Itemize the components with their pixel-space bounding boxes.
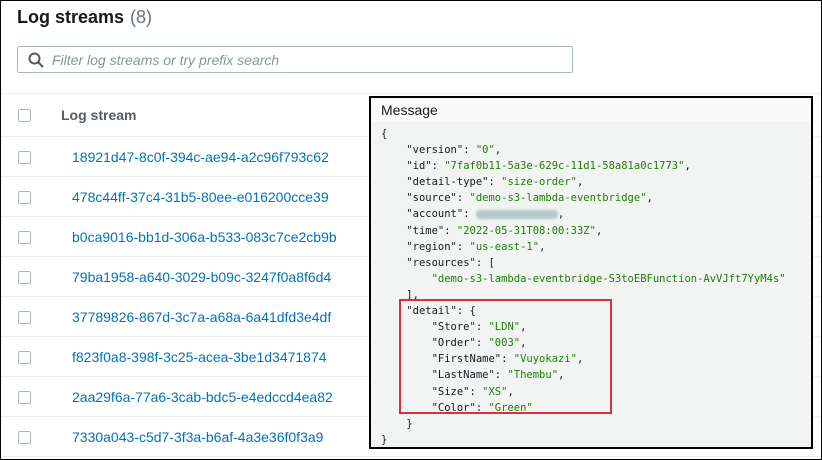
json-line: "region": "us-east-1",	[381, 239, 811, 255]
json-key: "LastName":	[431, 369, 508, 382]
json-line: }	[381, 432, 811, 447]
json-comma: ,	[576, 353, 584, 366]
row-checkbox[interactable]	[18, 351, 31, 364]
log-stream-link[interactable]: 478c44ff-37c4-31b5-80ee-e016200cce39	[72, 189, 329, 205]
json-comma: ,	[646, 192, 653, 205]
json-key: "detail": {	[406, 305, 476, 318]
json-key: "Color":	[431, 401, 489, 414]
json-comma: ,	[557, 208, 565, 221]
json-line: "id": "7faf0b11-5a3e-629c-11d1-58a81a0c1…	[381, 158, 811, 174]
log-stream-link[interactable]: 37789826-867d-3c7a-a68a-6a41dfd3e4df	[72, 309, 331, 325]
json-key: "Size":	[431, 385, 483, 398]
row-checkbox[interactable]	[18, 151, 31, 164]
json-line: }	[381, 416, 811, 432]
search-box[interactable]	[17, 46, 573, 73]
log-stream-link[interactable]: f823f0a8-398f-3c25-acea-3be1d3471874	[72, 349, 327, 365]
message-title: Message	[381, 102, 438, 118]
log-stream-link[interactable]: 7330a043-c5d7-3f3a-b6af-4a3e36f0f3a9	[72, 429, 323, 445]
json-line: "demo-s3-lambda-eventbridge-S3toEBFuncti…	[381, 271, 811, 287]
row-checkbox[interactable]	[18, 311, 31, 324]
json-key: "time":	[406, 224, 457, 237]
json-close-brace: }	[381, 433, 388, 446]
json-comma: ,	[684, 160, 691, 173]
json-comma: ,	[539, 240, 546, 253]
json-line: ],	[381, 287, 811, 303]
log-stream-link[interactable]: 18921d47-8c0f-394c-ae94-a2c96f793c62	[72, 149, 329, 165]
message-json: { "version": "0", "id": "7faf0b11-5a3e-6…	[371, 122, 811, 447]
log-stream-link[interactable]: 79ba1958-a640-3029-b09c-3247f0a8f6d4	[72, 269, 331, 285]
json-key: "Order":	[431, 337, 489, 350]
json-line: "resources": [	[381, 255, 811, 271]
json-key: "id":	[406, 160, 445, 173]
stream-count: (8)	[130, 7, 153, 27]
json-value: "Thembu"	[507, 369, 559, 382]
row-checkbox[interactable]	[18, 431, 31, 444]
json-value: "demo-s3-lambda-eventbridge"	[469, 192, 647, 205]
json-line: "Color": "Green"	[381, 400, 811, 416]
json-value: "us-east-1"	[469, 240, 540, 253]
json-line: "account": ,	[381, 206, 811, 222]
json-key: "Store":	[431, 321, 489, 334]
json-comma: ,	[558, 369, 565, 382]
json-close-bracket: ],	[406, 288, 419, 301]
panel-header: Log streams (8)	[17, 7, 152, 35]
json-value: "demo-s3-lambda-eventbridge-S3toEBFuncti…	[431, 272, 786, 285]
json-line: "Size": "XS",	[381, 384, 811, 400]
panel-title: Log streams	[17, 7, 125, 27]
select-all-checkbox[interactable]	[18, 108, 31, 122]
json-key: "source":	[406, 192, 470, 205]
search-input[interactable]	[52, 48, 572, 71]
row-checkbox[interactable]	[18, 391, 31, 404]
json-line: "LastName": "Thembu",	[381, 367, 811, 383]
json-line: "source": "demo-s3-lambda-eventbridge",	[381, 190, 811, 206]
row-checkbox[interactable]	[18, 191, 31, 204]
json-value: "size-order"	[501, 176, 577, 189]
json-key: "detail-type":	[406, 176, 502, 189]
json-key: "resources": [	[406, 256, 495, 269]
search-icon	[28, 52, 44, 68]
json-comma: ,	[507, 385, 514, 398]
json-key: "FirstName":	[431, 353, 514, 366]
json-comma: ,	[520, 321, 527, 334]
json-line: "Store": "LDN",	[381, 319, 811, 335]
json-comma: ,	[595, 224, 603, 237]
log-stream-link[interactable]: 2aa29f6a-77a6-3cab-bdc5-e4edccd4ea82	[72, 389, 333, 405]
json-value: "Vuyokazi"	[513, 353, 577, 366]
message-popup: Message { "version": "0", "id": "7faf0b1…	[369, 96, 813, 449]
json-open-brace: {	[381, 128, 388, 140]
json-key: "version":	[406, 144, 476, 157]
log-streams-panel: Log streams (8) Log stream 18921d47-8c0f…	[0, 0, 822, 460]
json-value: "2022-05-31T08:00:33Z"	[456, 224, 596, 237]
json-value: "0"	[475, 144, 495, 157]
log-stream-link[interactable]: b0ca9016-bb1d-306a-b533-083c7ce2cb9b	[72, 229, 337, 245]
json-key: "account":	[406, 208, 476, 221]
message-header: Message	[371, 98, 811, 122]
json-value: "003"	[488, 337, 521, 350]
row-checkbox[interactable]	[18, 271, 31, 284]
json-comma: ,	[494, 144, 502, 157]
column-header-log-stream[interactable]: Log stream	[61, 107, 136, 123]
json-line: "detail-type": "size-order",	[381, 174, 811, 190]
json-value: "LDN"	[488, 321, 521, 334]
json-comma: ,	[576, 176, 584, 189]
json-value: "Green"	[488, 401, 533, 414]
json-value: "XS"	[482, 385, 508, 398]
json-line: {	[381, 126, 811, 142]
json-line: "FirstName": "Vuyokazi",	[381, 351, 811, 367]
json-key: "region":	[406, 240, 470, 253]
json-line: "detail": {	[381, 303, 811, 319]
json-line: "time": "2022-05-31T08:00:33Z",	[381, 223, 811, 239]
json-line: "version": "0",	[381, 142, 811, 158]
redacted-account-id	[475, 209, 558, 219]
row-checkbox[interactable]	[18, 231, 31, 244]
json-line: "Order": "003",	[381, 335, 811, 351]
json-close-brace: }	[406, 417, 413, 430]
json-comma: ,	[520, 337, 527, 350]
json-value: "7faf0b11-5a3e-629c-11d1-58a81a0c1773"	[444, 160, 685, 173]
